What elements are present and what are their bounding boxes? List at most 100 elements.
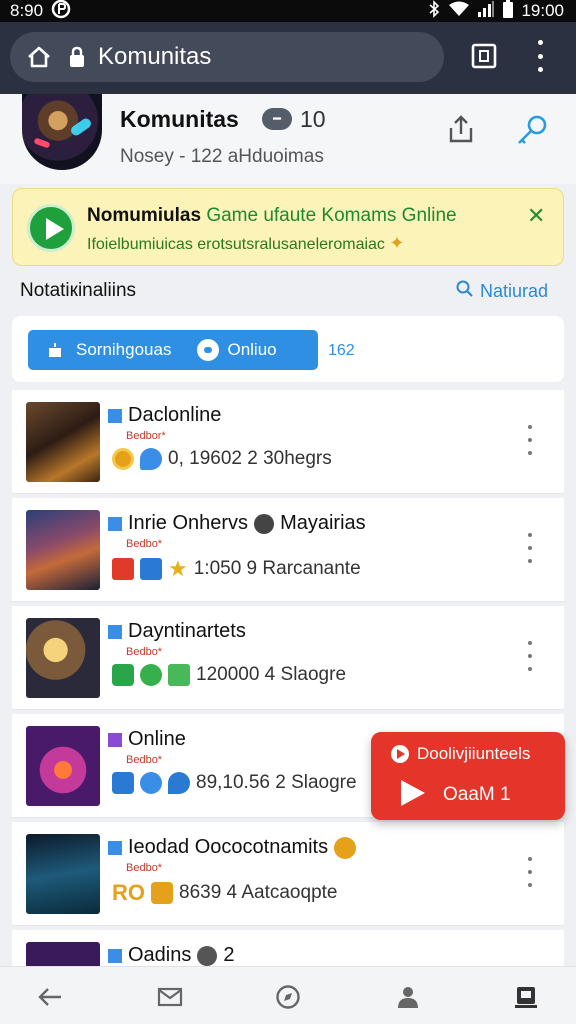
- app-notification-icon: [51, 0, 71, 24]
- item-title: Daclonline: [108, 404, 221, 427]
- item-stats-text: 0, 19602 2 30hegrs: [168, 448, 332, 469]
- verified-icon: [108, 732, 122, 747]
- item-title: Ieodad Oococotnamits: [108, 836, 357, 859]
- item-title-text: Online: [128, 728, 186, 750]
- emoji-icon: [254, 513, 275, 534]
- section-link-label: Natiurad: [480, 281, 549, 301]
- list-item[interactable]: Oadins 2: [12, 930, 564, 970]
- profile-icon[interactable]: [394, 983, 422, 1011]
- play-circle-icon: [391, 745, 409, 763]
- item-tag: Bedbo*: [126, 646, 163, 658]
- more-icon[interactable]: [522, 420, 538, 460]
- floating-play-card[interactable]: Doolivjiiunteels OaaM 1: [371, 732, 565, 820]
- check-icon: [112, 664, 134, 686]
- section-title: Notatiкinaliins: [20, 280, 137, 301]
- community-subtitle: Nosey - 122 aHduoimas: [120, 146, 324, 167]
- share-icon[interactable]: [446, 114, 476, 144]
- badge-icon: [112, 772, 134, 794]
- verified-icon: [108, 408, 122, 423]
- play-icon[interactable]: [401, 780, 425, 806]
- browser-toolbar: Komunitas: [0, 22, 576, 94]
- game-thumbnail: [26, 402, 100, 482]
- item-stats: ★ 1:050 9 Rarcanante: [112, 556, 361, 582]
- item-title: Online: [108, 728, 186, 751]
- swords-icon: [140, 558, 162, 580]
- location-icon: [168, 772, 190, 794]
- back-icon[interactable]: [36, 983, 64, 1011]
- community-header: Komunitas ━ 10 Nosey - 122 aHduoimas: [0, 94, 576, 184]
- filter-left-label: Sornihgouas: [76, 340, 172, 359]
- more-icon[interactable]: [522, 636, 538, 676]
- address-bar[interactable]: Komunitas: [10, 32, 444, 82]
- item-tag: Bedbo*: [126, 862, 163, 874]
- star-icon: ★: [168, 556, 188, 581]
- overflow-menu-icon[interactable]: [530, 40, 550, 72]
- flame-icon: [112, 558, 134, 580]
- status-bar: 8:90 19:00: [0, 0, 576, 22]
- key-icon[interactable]: [514, 112, 550, 148]
- chat-badge-icon: ━: [262, 108, 292, 130]
- community-avatar[interactable]: [22, 94, 102, 170]
- search-icon: [456, 280, 474, 303]
- item-tag: Bedbo*: [126, 754, 163, 766]
- emoji-icon: [334, 836, 357, 859]
- item-stats: 120000 4 Slaogre: [112, 664, 346, 686]
- game-banner[interactable]: Nomumiulas Game ufaute Komams Gnline Ifo…: [12, 188, 564, 266]
- close-icon[interactable]: ✕: [527, 203, 545, 229]
- float-card-top-label: Doolivjiiunteels: [417, 744, 531, 763]
- community-title: Komunitas: [120, 106, 239, 132]
- float-card-bottom-label: OaaM 1: [443, 784, 511, 805]
- filter-toggle-button[interactable]: Sornihgouas Onliuo: [28, 330, 318, 370]
- community-list: Daclonline Bedbor* 0, 19602 2 30hegrs In…: [12, 390, 564, 970]
- more-icon[interactable]: [522, 528, 538, 568]
- star-icon: ✦: [389, 233, 405, 253]
- item-title-extra: 2: [223, 944, 235, 966]
- item-stats: 89,10.56 2 Slaogre: [112, 772, 357, 794]
- verified-icon: [108, 840, 122, 855]
- list-item[interactable]: Ieodad Oococotnamits Bedbo* RO 8639 4 Aa…: [12, 822, 564, 926]
- item-stats-text: 120000 4 Slaogre: [196, 664, 347, 685]
- game-thumbnail: [26, 834, 100, 914]
- item-title: Inrie Onhervs Mayairias: [108, 512, 366, 535]
- item-stats: RO 8639 4 Aatcaoqpte: [112, 880, 337, 906]
- emoji-icon: [197, 945, 218, 966]
- item-title-text: Inrie Onhervs: [128, 512, 249, 534]
- game-thumbnail: [26, 726, 100, 806]
- library-icon[interactable]: [512, 983, 540, 1011]
- filter-card: Sornihgouas Onliuo 162: [12, 316, 564, 382]
- play-icon[interactable]: [27, 204, 75, 252]
- list-item[interactable]: Dayntinartets Bedbo* 120000 4 Slaogre: [12, 606, 564, 710]
- signal-icon: [477, 0, 495, 22]
- filter-right-label: Onliuo: [227, 340, 277, 359]
- banner-title: Nomumiulas Game ufaute Komams Gnline: [87, 205, 457, 227]
- community-count: 10: [300, 106, 326, 132]
- verified-icon: [108, 624, 122, 639]
- mail-icon[interactable]: [156, 983, 184, 1011]
- tabs-icon[interactable]: [470, 42, 498, 70]
- compass-icon[interactable]: [274, 983, 302, 1011]
- more-icon[interactable]: [522, 852, 538, 892]
- shield-icon: [168, 664, 190, 686]
- item-tag: Bedbo*: [126, 538, 163, 550]
- item-title-extra: Mayairias: [280, 512, 366, 534]
- home-icon[interactable]: [24, 42, 54, 72]
- item-title-text: Ieodad Oococotnamits: [128, 836, 329, 858]
- item-title: Dayntinartets: [108, 620, 246, 643]
- list-item[interactable]: Daclonline Bedbor* 0, 19602 2 30hegrs: [12, 390, 564, 494]
- info-icon: [46, 341, 64, 359]
- chat-icon: [140, 448, 162, 470]
- list-item[interactable]: Inrie Onhervs Mayairias Bedbo* ★ 1:050 9 …: [12, 498, 564, 602]
- section-link[interactable]: Natiurad: [456, 280, 548, 303]
- item-title: Oadins 2: [108, 944, 235, 967]
- thumb-icon: [151, 882, 173, 904]
- status-time-right: 19:00: [521, 1, 564, 20]
- item-stats-text: 8639 4 Aatcaoqpte: [179, 882, 338, 903]
- rank-icon: RO: [112, 880, 145, 905]
- item-stats-text: 1:050 9 Rarcanante: [193, 558, 361, 579]
- banner-title-bold: Nomumiulas: [87, 205, 202, 226]
- verified-icon: [108, 516, 122, 531]
- bluetooth-icon: [427, 0, 441, 23]
- lock-icon: [68, 45, 88, 69]
- item-stats: 0, 19602 2 30hegrs: [112, 448, 332, 470]
- banner-subtitle: Ifoielbumiuicas erotsutsralusaneleromaia…: [87, 233, 404, 254]
